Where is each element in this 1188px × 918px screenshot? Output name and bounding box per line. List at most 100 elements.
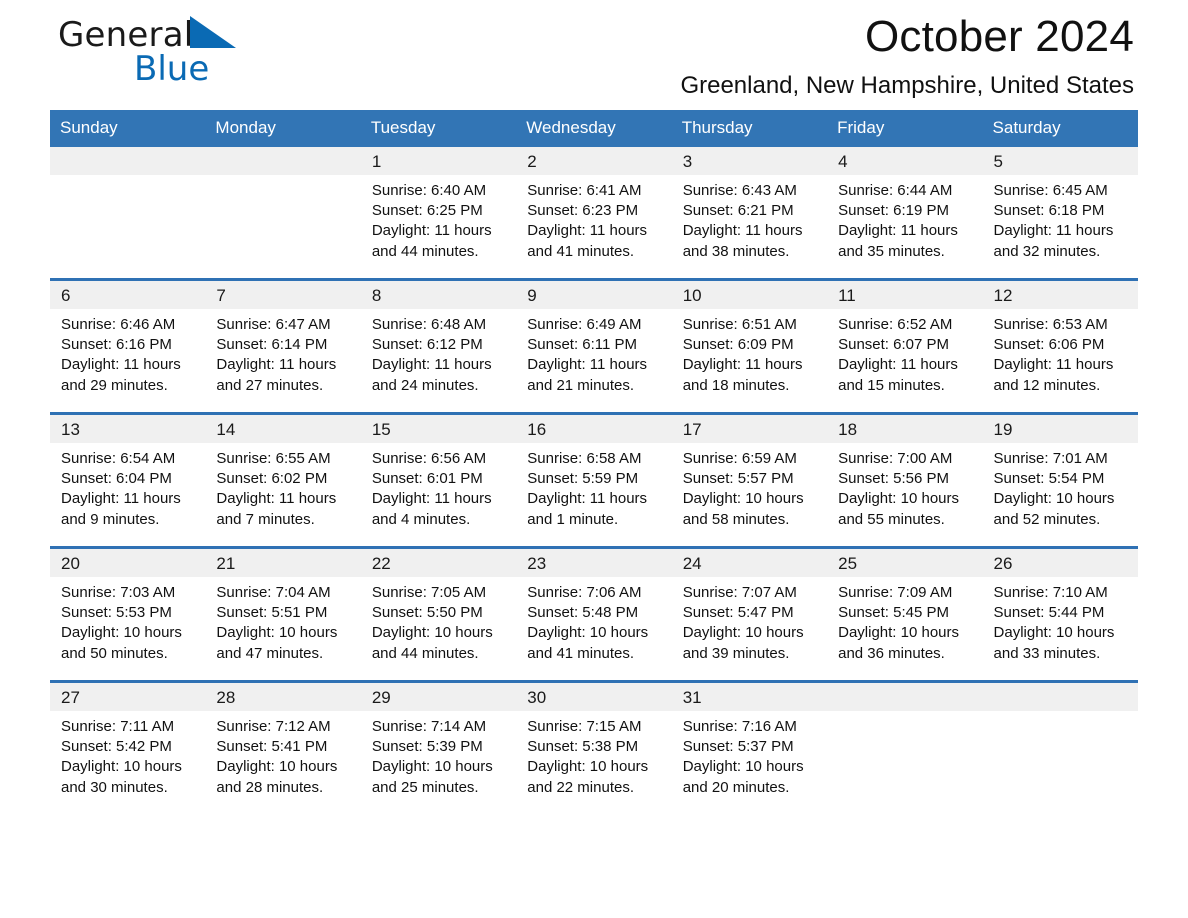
day-cell-content[interactable]: 25 Sunrise: 7:09 AM Sunset: 5:45 PM Dayligh… bbox=[827, 549, 983, 680]
day-number bbox=[50, 147, 206, 175]
day-cell-content[interactable]: 7 Sunrise: 6:47 AM Sunset: 6:14 PM Daylight… bbox=[205, 281, 361, 412]
day-details bbox=[983, 711, 1138, 717]
day-cell: 18 Sunrise: 7:00 AM Sunset: 5:56 PM Dayligh… bbox=[827, 412, 983, 548]
day-cell: 14 Sunrise: 6:55 AM Sunset: 6:02 PM Dayligh… bbox=[205, 412, 361, 548]
day-details: Sunrise: 6:43 AM Sunset: 6:21 PM Daylight:… bbox=[672, 175, 827, 262]
day-cell-content[interactable] bbox=[827, 683, 983, 814]
day-cell: 17 Sunrise: 6:59 AM Sunset: 5:57 PM Dayligh… bbox=[671, 412, 828, 548]
day-cell-content[interactable]: 2 Sunrise: 6:41 AM Sunset: 6:23 PM Daylight… bbox=[516, 147, 672, 278]
daylight-text-line2: and 44 minutes. bbox=[371, 242, 479, 260]
daylight-text-line2: and 41 minutes. bbox=[527, 644, 635, 662]
day-cell-content[interactable]: 3 Sunrise: 6:43 AM Sunset: 6:21 PM Daylight… bbox=[671, 147, 828, 278]
day-cell-content[interactable]: 19 Sunrise: 7:01 AM Sunset: 5:54 PM Dayligh… bbox=[982, 415, 1138, 546]
daylight-text-line1: Daylight: 11 hours bbox=[61, 356, 181, 374]
sunset-text: Sunset: 5:50 PM bbox=[371, 604, 483, 622]
daylight-text-line2: and 50 minutes. bbox=[61, 644, 168, 662]
daylight-text-line1: Daylight: 10 hours bbox=[682, 490, 804, 508]
day-cell-content[interactable]: 9 Sunrise: 6:49 AM Sunset: 6:11 PM Daylight… bbox=[516, 281, 672, 412]
day-number: 8 bbox=[360, 281, 517, 309]
sunrise-text: Sunrise: 6:41 AM bbox=[527, 182, 642, 199]
day-cell bbox=[982, 680, 1138, 814]
sunset-text: Sunset: 6:23 PM bbox=[527, 202, 639, 220]
sunrise-sunset-calendar: Sunday Monday Tuesday Wednesday Thursday… bbox=[50, 110, 1138, 814]
day-cell-content[interactable]: 13 Sunrise: 6:54 AM Sunset: 6:04 PM Dayligh… bbox=[50, 415, 206, 546]
day-cell: 10 Sunrise: 6:51 AM Sunset: 6:09 PM Dayligh… bbox=[671, 278, 828, 414]
sunrise-text: Sunrise: 7:11 AM bbox=[61, 718, 175, 735]
day-cell-content[interactable]: 28 Sunrise: 7:12 AM Sunset: 5:41 PM Dayligh… bbox=[205, 683, 361, 814]
day-cell-content[interactable]: 21 Sunrise: 7:04 AM Sunset: 5:51 PM Dayligh… bbox=[205, 549, 361, 680]
sunrise-text: Sunrise: 7:03 AM bbox=[61, 584, 176, 601]
day-number: 25 bbox=[827, 549, 983, 577]
sunrise-text: Sunrise: 7:10 AM bbox=[993, 584, 1108, 601]
daylight-text-line1: Daylight: 10 hours bbox=[993, 624, 1115, 642]
day-cell-content[interactable]: 24 Sunrise: 7:07 AM Sunset: 5:47 PM Dayligh… bbox=[671, 549, 828, 680]
day-cell-content[interactable] bbox=[50, 147, 206, 278]
sunrise-text: Sunrise: 7:15 AM bbox=[527, 718, 642, 735]
daylight-text-line1: Daylight: 10 hours bbox=[838, 624, 960, 642]
day-cell-content[interactable]: 6 Sunrise: 6:46 AM Sunset: 6:16 PM Daylight… bbox=[50, 281, 206, 412]
day-cell: 31 Sunrise: 7:16 AM Sunset: 5:37 PM Dayligh… bbox=[671, 680, 828, 814]
sunrise-text: Sunrise: 6:56 AM bbox=[371, 450, 487, 467]
daylight-text-line2: and 15 minutes. bbox=[838, 376, 945, 394]
day-cell-content[interactable]: 26 Sunrise: 7:10 AM Sunset: 5:44 PM Dayligh… bbox=[982, 549, 1138, 680]
day-cell-content[interactable]: 12 Sunrise: 6:53 AM Sunset: 6:06 PM Dayligh… bbox=[982, 281, 1138, 412]
day-cell: 15 Sunrise: 6:56 AM Sunset: 6:01 PM Dayligh… bbox=[360, 412, 517, 548]
sunrise-text: Sunrise: 6:44 AM bbox=[838, 182, 953, 199]
daylight-text-line1: Daylight: 10 hours bbox=[838, 490, 960, 508]
day-cell-content[interactable] bbox=[205, 147, 361, 278]
day-cell-content[interactable]: 18 Sunrise: 7:00 AM Sunset: 5:56 PM Dayligh… bbox=[827, 415, 983, 546]
day-cell-content[interactable]: 14 Sunrise: 6:55 AM Sunset: 6:02 PM Dayligh… bbox=[205, 415, 361, 546]
daylight-text-line2: and 33 minutes. bbox=[993, 644, 1101, 662]
day-details: Sunrise: 7:01 AM Sunset: 5:54 PM Daylight:… bbox=[983, 443, 1138, 530]
daylight-text-line1: Daylight: 11 hours bbox=[371, 222, 492, 240]
day-cell-content[interactable]: 30 Sunrise: 7:15 AM Sunset: 5:38 PM Dayligh… bbox=[516, 683, 672, 814]
day-cell-content[interactable]: 8 Sunrise: 6:48 AM Sunset: 6:12 PM Daylight… bbox=[360, 281, 517, 412]
day-cell-content[interactable]: 11 Sunrise: 6:52 AM Sunset: 6:07 PM Dayligh… bbox=[827, 281, 983, 412]
daylight-text-line2: and 28 minutes. bbox=[216, 778, 324, 796]
day-cell-content[interactable]: 4 Sunrise: 6:44 AM Sunset: 6:19 PM Daylight… bbox=[827, 147, 983, 278]
sunset-text: Sunset: 6:14 PM bbox=[216, 336, 328, 354]
calendar-body: 1 Sunrise: 6:40 AM Sunset: 6:25 PM Daylight… bbox=[50, 147, 1138, 814]
sunset-text: Sunset: 6:16 PM bbox=[61, 336, 172, 354]
day-cell-content[interactable]: 17 Sunrise: 6:59 AM Sunset: 5:57 PM Dayligh… bbox=[671, 415, 828, 546]
sunset-text: Sunset: 6:04 PM bbox=[61, 470, 172, 488]
day-cell-content[interactable]: 10 Sunrise: 6:51 AM Sunset: 6:09 PM Dayligh… bbox=[671, 281, 828, 412]
day-cell: 29 Sunrise: 7:14 AM Sunset: 5:39 PM Dayligh… bbox=[360, 680, 517, 814]
day-number: 28 bbox=[205, 683, 361, 711]
daylight-text-line2: and 22 minutes. bbox=[527, 778, 635, 796]
day-cell-content[interactable]: 31 Sunrise: 7:16 AM Sunset: 5:37 PM Dayligh… bbox=[671, 683, 828, 814]
daylight-text-line2: and 38 minutes. bbox=[682, 242, 790, 260]
sunrise-text: Sunrise: 6:47 AM bbox=[216, 316, 331, 333]
daylight-text-line2: and 52 minutes. bbox=[993, 510, 1101, 528]
daylight-text-line1: Daylight: 11 hours bbox=[371, 356, 492, 374]
daylight-text-line2: and 58 minutes. bbox=[682, 510, 790, 528]
day-cell: 16 Sunrise: 6:58 AM Sunset: 5:59 PM Dayligh… bbox=[516, 412, 672, 548]
day-cell-content[interactable]: 15 Sunrise: 6:56 AM Sunset: 6:01 PM Dayligh… bbox=[360, 415, 517, 546]
sunrise-text: Sunrise: 6:45 AM bbox=[993, 182, 1108, 199]
day-number bbox=[827, 683, 983, 711]
calendar-header-row: Sunday Monday Tuesday Wednesday Thursday… bbox=[50, 110, 1138, 147]
sunrise-text: Sunrise: 7:07 AM bbox=[682, 584, 797, 601]
generalblue-logo[interactable]: General Blue bbox=[58, 16, 318, 96]
day-cell-content[interactable]: 22 Sunrise: 7:05 AM Sunset: 5:50 PM Dayligh… bbox=[360, 549, 517, 680]
day-number: 21 bbox=[205, 549, 361, 577]
day-cell-content[interactable]: 16 Sunrise: 6:58 AM Sunset: 5:59 PM Dayligh… bbox=[516, 415, 672, 546]
title-block: October 2024 Greenland, New Hampshire, U… bbox=[680, 10, 1134, 100]
daylight-text-line1: Daylight: 11 hours bbox=[838, 222, 958, 240]
day-cell: 21 Sunrise: 7:04 AM Sunset: 5:51 PM Dayligh… bbox=[205, 546, 361, 682]
daylight-text-line1: Daylight: 11 hours bbox=[993, 222, 1114, 240]
sunrise-text: Sunrise: 7:12 AM bbox=[216, 718, 331, 735]
day-details: Sunrise: 7:09 AM Sunset: 5:45 PM Daylight:… bbox=[827, 577, 982, 664]
day-cell: 30 Sunrise: 7:15 AM Sunset: 5:38 PM Dayligh… bbox=[516, 680, 672, 814]
week-row: 13 Sunrise: 6:54 AM Sunset: 6:04 PM Dayligh… bbox=[50, 412, 1138, 548]
day-number: 1 bbox=[360, 147, 517, 175]
sunrise-text: Sunrise: 6:54 AM bbox=[61, 450, 176, 467]
day-cell-content[interactable]: 29 Sunrise: 7:14 AM Sunset: 5:39 PM Dayligh… bbox=[360, 683, 517, 814]
day-cell-content[interactable]: 20 Sunrise: 7:03 AM Sunset: 5:53 PM Dayligh… bbox=[50, 549, 206, 680]
day-cell-content[interactable]: 23 Sunrise: 7:06 AM Sunset: 5:48 PM Dayligh… bbox=[516, 549, 672, 680]
day-cell-content[interactable]: 27 Sunrise: 7:11 AM Sunset: 5:42 PM Dayligh… bbox=[50, 683, 206, 814]
location-subtitle: Greenland, New Hampshire, United States bbox=[680, 72, 1134, 99]
day-cell-content[interactable]: 1 Sunrise: 6:40 AM Sunset: 6:25 PM Daylight… bbox=[360, 147, 517, 278]
day-cell-content[interactable] bbox=[982, 683, 1138, 814]
day-cell-content[interactable]: 5 Sunrise: 6:45 AM Sunset: 6:18 PM Daylight… bbox=[982, 147, 1138, 278]
